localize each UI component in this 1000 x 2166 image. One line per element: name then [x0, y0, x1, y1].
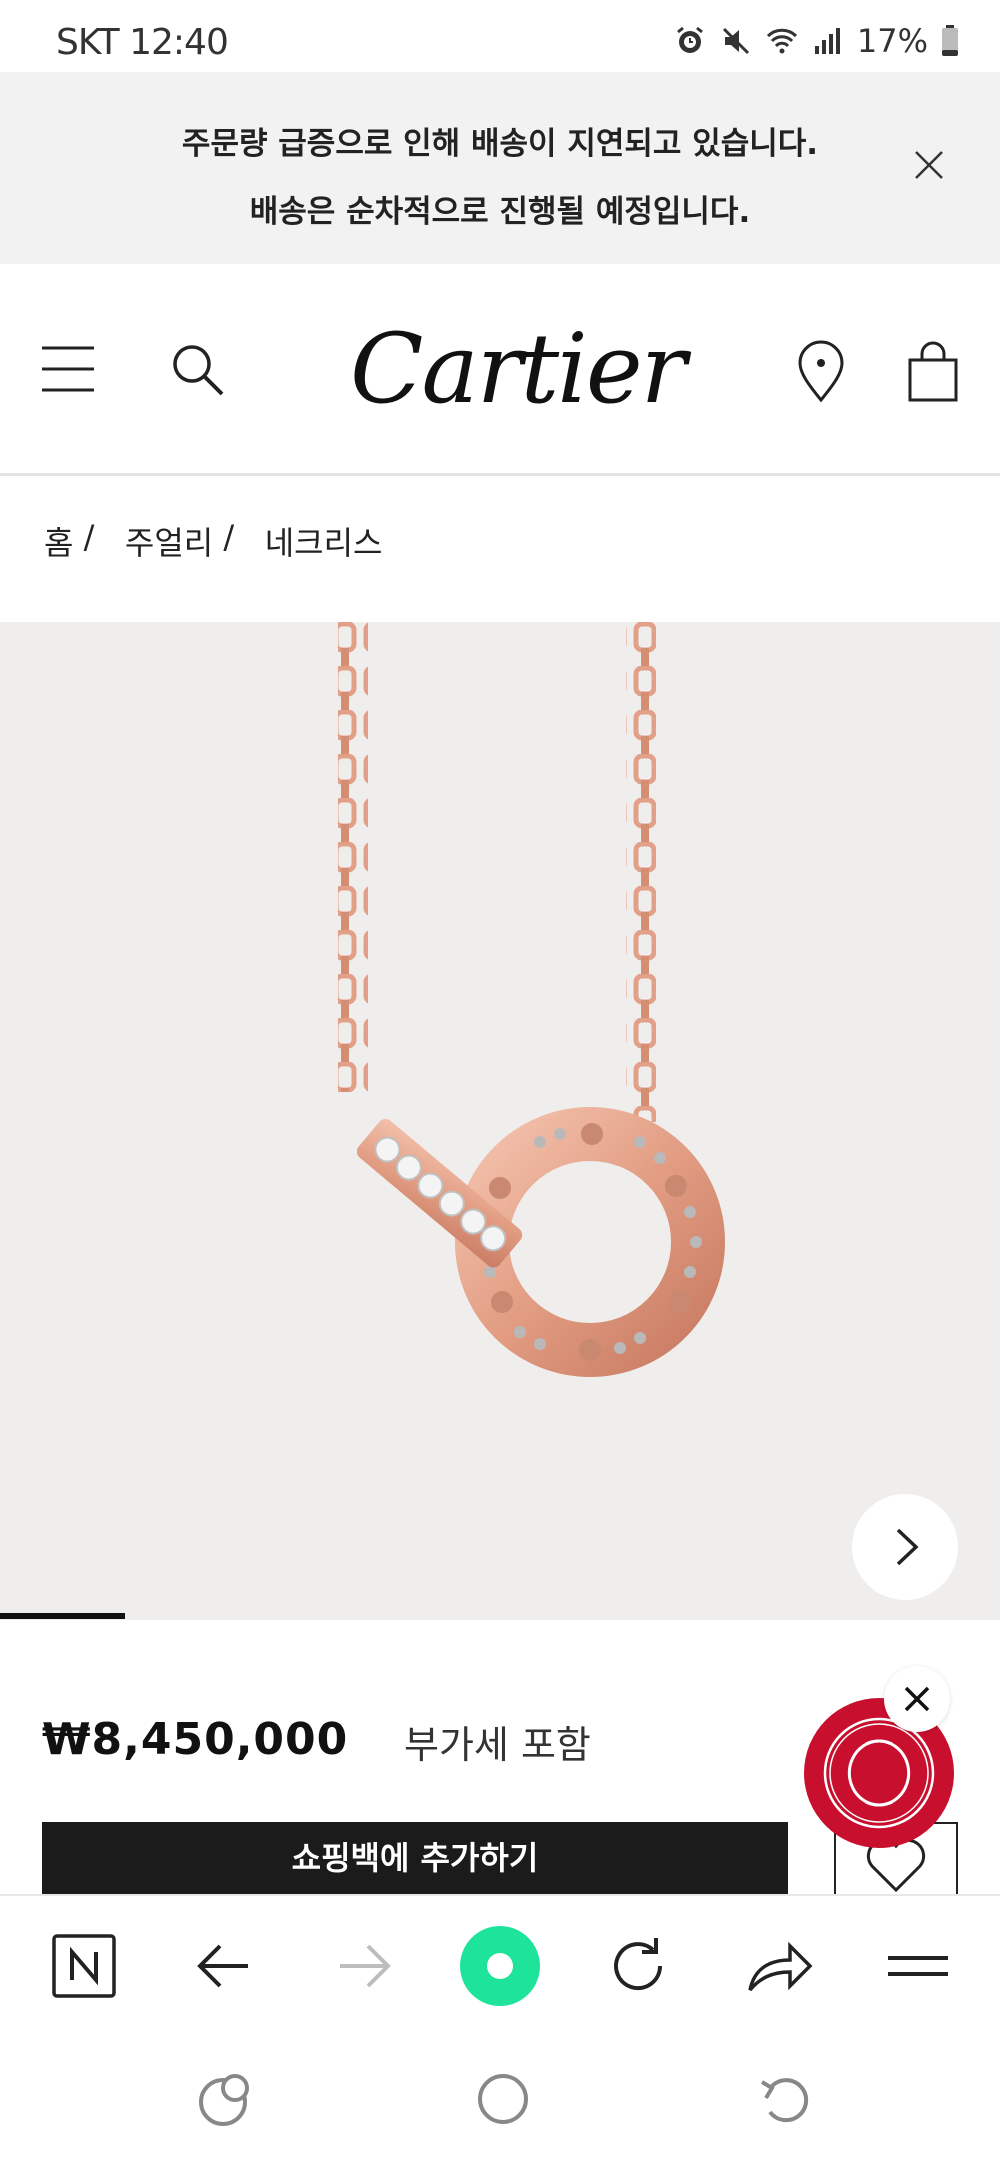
breadcrumb-separator: /	[83, 518, 95, 556]
site-header: Cartier	[0, 264, 1000, 476]
breadcrumb-home[interactable]: 홈	[44, 518, 73, 564]
share-icon[interactable]	[740, 1928, 816, 2004]
alarm-icon	[676, 26, 703, 53]
product-price: ₩8,450,000	[42, 1714, 349, 1765]
notice-line-1: 주문량 급증으로 인해 배송이 지연되고 있습니다.	[181, 126, 819, 162]
cartier-logo[interactable]: Cartier	[350, 314, 687, 424]
status-icons: 17%	[673, 22, 960, 60]
home-record-icon[interactable]	[458, 1924, 542, 2008]
signal-icon	[814, 28, 840, 54]
product-image-carousel[interactable]	[0, 622, 1000, 1620]
menu-icon[interactable]	[40, 344, 96, 394]
reload-icon[interactable]	[600, 1928, 676, 2004]
chevron-right-icon	[896, 1528, 919, 1566]
add-to-bag-button[interactable]: 쇼핑백에 추가하기	[42, 1822, 788, 1894]
recent-apps-icon[interactable]	[190, 2064, 260, 2134]
back-icon[interactable]	[186, 1928, 262, 2004]
carousel-next-button[interactable]	[852, 1494, 958, 1600]
close-icon[interactable]	[912, 148, 946, 182]
carousel-progress-indicator	[0, 1613, 125, 1619]
naver-icon[interactable]	[46, 1928, 122, 2004]
chat-close-button[interactable]	[884, 1666, 950, 1732]
search-icon[interactable]	[170, 342, 226, 398]
delivery-notice-banner: 주문량 급증으로 인해 배송이 지연되고 있습니다. 배송은 순차적으로 진행될…	[0, 72, 1000, 264]
notice-line-2: 배송은 순차적으로 진행될 예정입니다.	[249, 194, 751, 230]
close-icon	[904, 1686, 930, 1712]
back-gesture-icon[interactable]	[750, 2064, 820, 2134]
shopping-bag-icon[interactable]	[906, 340, 960, 404]
forward-icon[interactable]	[326, 1928, 402, 2004]
carrier-time: SKT 12:40	[56, 22, 229, 63]
battery-icon	[942, 25, 958, 56]
browser-toolbar	[0, 1894, 1000, 2034]
breadcrumb-necklace[interactable]: 네크리스	[265, 518, 383, 564]
wifi-icon	[766, 28, 797, 54]
breadcrumb: 홈 / 주얼리 / 네크리스	[44, 518, 382, 564]
breadcrumb-separator: /	[223, 518, 235, 556]
vat-label: 부가세 포함	[404, 1723, 591, 1767]
mute-icon	[722, 27, 749, 55]
location-icon[interactable]	[796, 340, 846, 404]
home-icon[interactable]	[468, 2064, 538, 2134]
battery-percent: 17%	[856, 22, 928, 60]
add-to-bag-label: 쇼핑백에 추가하기	[291, 1839, 539, 1877]
system-navigation-bar	[0, 2034, 1000, 2166]
status-bar: SKT 12:40 17%	[0, 0, 1000, 72]
menu-icon[interactable]	[880, 1928, 956, 2004]
breadcrumb-jewelry[interactable]: 주얼리	[125, 518, 213, 564]
necklace-image	[338, 622, 725, 1377]
